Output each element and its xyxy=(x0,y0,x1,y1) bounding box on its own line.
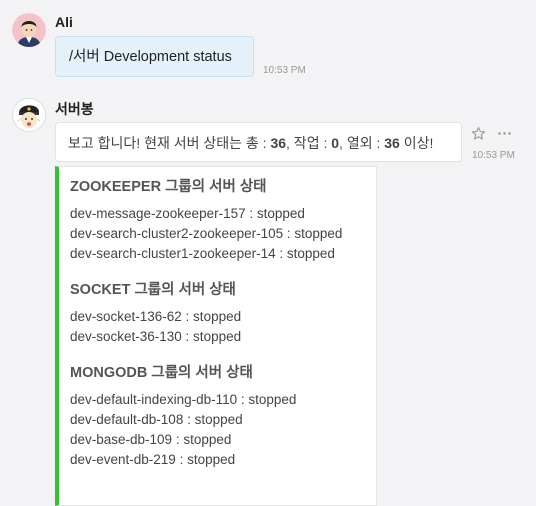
server-status-line: dev-socket-136-62 : stopped xyxy=(70,309,242,324)
sender-name-bot[interactable]: 서버봉 xyxy=(55,99,94,119)
server-status-line: dev-message-zookeeper-157 : stopped xyxy=(70,206,305,221)
report-text-suffix: 이상! xyxy=(399,135,434,151)
message-timestamp: 10:53 PM xyxy=(263,65,306,76)
sender-name-ali[interactable]: Ali xyxy=(55,14,73,30)
server-group-section: SOCKET 그룹의 서버 상태 dev-socket-136-62 : sto… xyxy=(70,280,376,347)
server-status-card: ZOOKEEPER 그룹의 서버 상태 dev-message-zookeepe… xyxy=(55,166,377,506)
avatar-ali[interactable] xyxy=(12,13,46,47)
bot-message-bubble: 보고 합니다! 현재 서버 상태는 총 : 36, 작업 : 0, 열외 : 3… xyxy=(55,122,462,162)
message-timestamp: 10:53 PM xyxy=(472,150,515,161)
user-message-bubble: /서버 Development status xyxy=(55,36,254,77)
more-icon[interactable] xyxy=(497,126,512,146)
server-status-line: dev-search-cluster1-zookeeper-14 : stopp… xyxy=(70,246,335,261)
work-label: , 작업 : xyxy=(286,135,332,151)
server-status-line: dev-default-db-108 : stopped xyxy=(70,412,243,427)
server-status-line: dev-socket-36-130 : stopped xyxy=(70,329,242,344)
report-text-prefix: 보고 합니다! 현재 서버 상태는 총 : xyxy=(68,135,271,151)
work-count: 0 xyxy=(331,135,340,151)
total-count: 36 xyxy=(270,135,287,151)
server-group-section: ZOOKEEPER 그룹의 서버 상태 dev-message-zookeepe… xyxy=(70,177,376,264)
server-status-line: dev-event-db-219 : stopped xyxy=(70,452,236,467)
group-title: SOCKET 그룹의 서버 상태 xyxy=(70,282,236,298)
user-message-text: /서버 Development status xyxy=(69,49,232,65)
fault-count: 36 xyxy=(384,135,400,151)
server-status-line: dev-default-indexing-db-110 : stopped xyxy=(70,392,297,407)
server-status-line: dev-search-cluster2-zookeeper-105 : stop… xyxy=(70,226,343,241)
server-status-line: dev-base-db-109 : stopped xyxy=(70,432,232,447)
fault-label: , 열외 : xyxy=(339,135,385,151)
server-group-section: MONGODB 그룹의 서버 상태 dev-default-indexing-d… xyxy=(70,363,376,470)
group-title: ZOOKEEPER 그룹의 서버 상태 xyxy=(70,179,267,195)
avatar-bot[interactable] xyxy=(12,98,46,132)
group-title: MONGODB 그룹의 서버 상태 xyxy=(70,365,253,381)
star-icon[interactable] xyxy=(471,126,486,146)
